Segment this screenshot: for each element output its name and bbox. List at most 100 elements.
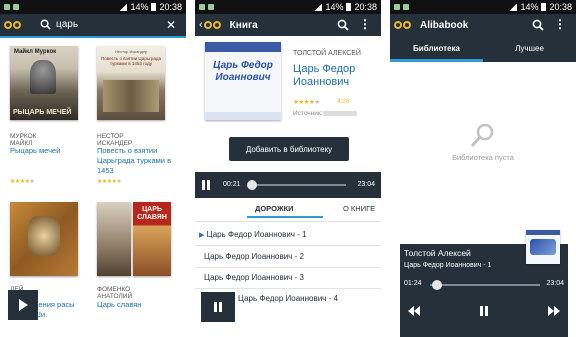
search-icon [470, 123, 494, 147]
track-title: Царь Федор Иоаннович - 4 [238, 294, 338, 303]
total-time: 23:04 [546, 280, 564, 287]
book-author: НЕСТОР ИСКАНДЕР [97, 133, 133, 147]
search-icon[interactable] [532, 19, 544, 31]
current-time: 00:21 [223, 181, 241, 188]
search-input[interactable]: царь [56, 19, 78, 30]
overflow-menu-icon[interactable]: ⋮ [554, 17, 566, 31]
current-time: 01:24 [404, 280, 422, 287]
book-author: МУРКОК МАЙКЛ [10, 133, 37, 147]
track-item[interactable]: Царь Федор Иоаннович - 4 [238, 294, 338, 303]
rewind-icon[interactable] [408, 306, 420, 316]
track-title: Царь Федор Иоаннович - 2 [204, 252, 304, 261]
progress-track[interactable] [246, 180, 346, 190]
tab-bar: Библиотека Лучшее [390, 36, 576, 62]
tab-about[interactable]: О КНИГЕ [343, 204, 375, 213]
back-icon[interactable]: ‹ [199, 19, 203, 31]
cover-author: Майкл Муркок [14, 49, 57, 55]
divider [195, 288, 381, 289]
add-to-library-button[interactable]: Добавить в библиотеку [229, 137, 349, 161]
battery-level: 14% [520, 2, 539, 12]
status-bar: 14% 20:38 [0, 0, 186, 14]
search-icon[interactable] [337, 19, 349, 31]
play-button[interactable] [8, 290, 38, 320]
rating-value: 4.28 [337, 98, 350, 105]
pause-icon[interactable] [480, 306, 488, 316]
cover-author: Нестор Искандер [115, 49, 148, 54]
tab-bar: ДОРОЖКИ О КНИГЕ [195, 200, 381, 220]
book-cover: Царь Федор Иоаннович [205, 42, 281, 120]
playing-indicator-icon: ▶ [199, 232, 205, 239]
total-time: 23:04 [357, 181, 375, 188]
battery-icon [541, 3, 547, 11]
search-toolbar: царь ✕ [0, 14, 186, 36]
app-logo-icon[interactable] [203, 18, 226, 32]
book-toolbar: ‹ Книга ⋮ [195, 14, 381, 36]
overflow-menu-icon[interactable]: ⋮ [359, 17, 371, 31]
rating-stars: ★★★★★ [10, 179, 35, 185]
book-title[interactable]: Рыцарь мечей [10, 146, 80, 156]
progress-track[interactable] [430, 280, 540, 290]
search-underline [0, 36, 186, 38]
player-track: Царь Федор Иоаннович - 1 [404, 262, 492, 269]
status-bar: 14% 20:38 [390, 0, 576, 14]
book-title[interactable]: Повесть о взятии Царьграда турками в 145… [97, 146, 179, 176]
search-icon [40, 19, 51, 30]
track-item[interactable]: Царь Федор Иоаннович - 3 [204, 273, 304, 282]
tab-tracks[interactable]: ДОРОЖКИ [255, 204, 294, 213]
tab-best[interactable]: Лучшее [483, 44, 576, 53]
book-title: Царь Федор Иоаннович [293, 63, 356, 88]
divider [195, 221, 381, 222]
clock: 20:38 [549, 2, 572, 12]
app-logo-icon[interactable] [4, 18, 26, 32]
divider [195, 267, 381, 268]
cover-title: Царь Федор Иоаннович [213, 60, 273, 83]
tab-indicator [247, 216, 323, 218]
pause-icon [214, 302, 222, 312]
tab-indicator [390, 59, 483, 62]
page-title: Книга [229, 19, 258, 31]
book-title[interactable]: ления расы Ши. [34, 300, 84, 320]
rating-stars: ★★★★★ [293, 99, 320, 106]
book-cover[interactable] [97, 202, 131, 276]
book-cover[interactable] [10, 202, 78, 276]
search-screen: 14% 20:38 царь ✕ Майкл Муркок РЫЦАРЬ МЕЧ… [0, 0, 186, 337]
clear-search-icon[interactable]: ✕ [166, 18, 176, 32]
book-author: ФОМЕНКО АНАТОЛИЙ [97, 286, 133, 300]
book-cover[interactable]: ЦАРЬ СЛАВЯН [133, 202, 171, 276]
battery-icon [151, 3, 157, 11]
track-item[interactable]: Царь Федор Иоаннович - 2 [204, 252, 304, 261]
clock: 20:38 [354, 2, 377, 12]
source-label: Источник: [293, 110, 323, 117]
audio-player: 00:21 23:04 [195, 172, 381, 198]
book-screen: 14% 20:38 ‹ Книга ⋮ Царь Федор Иоаннович… [195, 0, 381, 337]
player-author: Толстой Алексей [404, 248, 471, 258]
source-value-redacted [323, 111, 357, 116]
book-author: ТОЛСТОЙ АЛЕКСЕЙ [293, 50, 361, 57]
app-logo-icon[interactable] [394, 18, 416, 32]
battery-level: 14% [325, 2, 344, 12]
divider [195, 245, 381, 246]
battery-icon [346, 3, 352, 11]
empty-message: Библиотека пуста [452, 153, 514, 162]
cover-title: Повесть о взятии Царьграда турками в 145… [101, 56, 161, 66]
library-screen: 14% 20:38 Alibabook ⋮ Библиотека Лучшее … [390, 0, 576, 337]
book-cover[interactable]: Нестор Искандер Повесть о взятии Царьгра… [97, 46, 165, 120]
main-toolbar: Alibabook ⋮ [390, 14, 576, 36]
book-title[interactable]: Царь славян [97, 300, 179, 310]
track-title: Царь Федор Иоаннович - 1 [206, 230, 307, 239]
play-icon [19, 299, 28, 311]
cover-title: РЫЦАРЬ МЕЧЕЙ [13, 109, 72, 116]
cover-title: ЦАРЬ СЛАВЯН [137, 206, 167, 221]
tab-library[interactable]: Библиотека [390, 44, 483, 53]
app-title: Alibabook [420, 19, 469, 31]
battery-level: 14% [130, 2, 149, 12]
pause-button[interactable] [201, 292, 235, 322]
pause-icon[interactable] [202, 180, 210, 190]
rating-stars: ★★★★★ [97, 179, 122, 185]
status-bar: 14% 20:38 [195, 0, 381, 14]
clock: 20:38 [159, 2, 182, 12]
fast-forward-icon[interactable] [548, 306, 560, 316]
book-cover-thumbnail[interactable] [526, 230, 560, 264]
book-cover[interactable]: Майкл Муркок РЫЦАРЬ МЕЧЕЙ [10, 46, 78, 120]
track-item[interactable]: ▶ Царь Федор Иоаннович - 1 [199, 230, 307, 239]
